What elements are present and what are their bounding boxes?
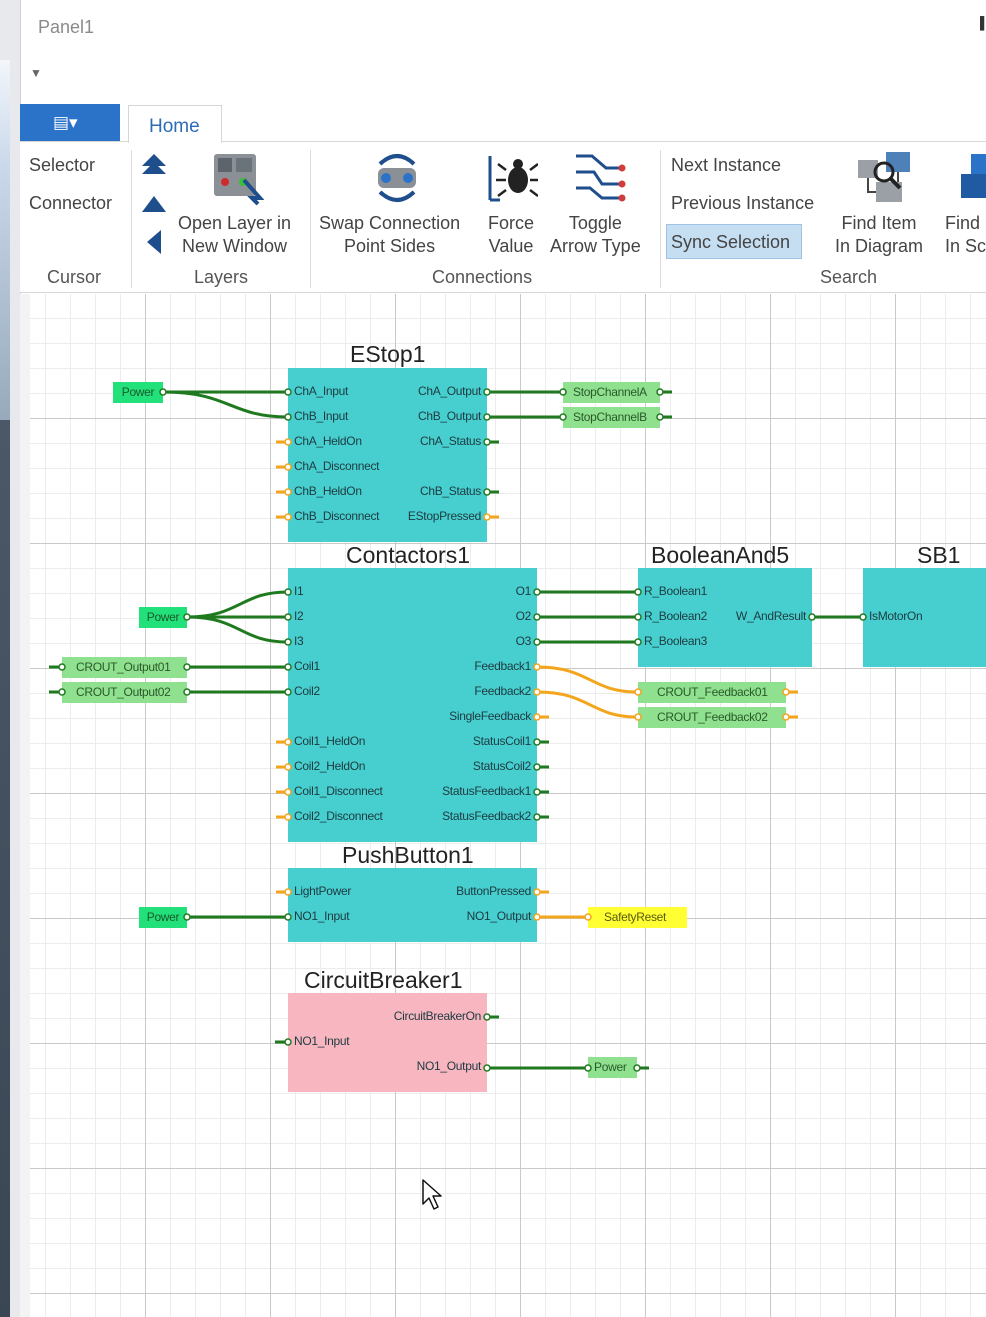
wire-power-i3 <box>186 615 289 644</box>
contactors-input-port[interactable]: Coil1_HeldOn <box>294 734 365 748</box>
booleanand-input-port[interactable]: R_Boolean3 <box>644 634 707 648</box>
tag-power-contactors[interactable]: Power <box>139 607 187 628</box>
tag-power-estop[interactable]: Power <box>113 382 163 403</box>
contactors-output-port[interactable]: O3 <box>516 634 532 648</box>
circuitbreaker-block[interactable]: NO1_Input CircuitBreakerOn NO1_Output <box>288 993 487 1092</box>
contactors-output-port[interactable]: StatusFeedback2 <box>442 809 531 823</box>
pushbutton-block[interactable]: LightPower NO1_Input ButtonPressed NO1_O… <box>288 868 537 942</box>
booleanand-block[interactable]: R_Boolean1 R_Boolean2 R_Boolean3 W_AndRe… <box>638 568 812 667</box>
contactors-output-port[interactable]: Feedback2 <box>474 684 531 698</box>
contactors-output-port[interactable]: O2 <box>516 609 532 623</box>
tab-home[interactable]: Home <box>128 105 222 143</box>
tag-stop-channel-b[interactable]: StopChannelB <box>563 407 660 428</box>
booleanand-block-title: BooleanAnd5 <box>651 542 790 568</box>
circuitbreaker-output-port[interactable]: CircuitBreakerOn <box>394 1009 482 1023</box>
contactors-input-port[interactable]: Coil1 <box>294 659 320 673</box>
contactors-block[interactable]: I1 I2 I3 Coil1 Coil2 Coil1_HeldOn Coil2_… <box>288 568 537 842</box>
circuitbreaker-output-port[interactable]: NO1_Output <box>417 1059 482 1073</box>
wire-power-i1 <box>186 590 289 619</box>
contactors-input-port[interactable]: I1 <box>294 584 304 598</box>
tag-safety-reset[interactable]: SafetyReset <box>588 907 687 928</box>
estop-output-port[interactable]: EStopPressed <box>408 509 481 523</box>
estop-input-port[interactable]: ChA_HeldOn <box>294 434 362 448</box>
contactors-input-port[interactable]: Coil1_Disconnect <box>294 784 383 798</box>
estop-input-port[interactable]: ChA_Input <box>294 384 348 398</box>
mouse-pointer-icon <box>422 1179 442 1210</box>
estop-input-port[interactable]: ChA_Disconnect <box>294 459 379 473</box>
contactors-output-port[interactable]: StatusFeedback1 <box>442 784 531 798</box>
sb-input-port[interactable]: IsMotorOn <box>869 609 923 623</box>
estop-input-port[interactable]: ChB_Disconnect <box>294 509 379 523</box>
wire-power-chb <box>162 390 289 419</box>
tag-crout-feedback01[interactable]: CROUT_Feedback01 <box>638 682 786 703</box>
contactors-output-port[interactable]: StatusCoil1 <box>473 734 531 748</box>
pushbutton-block-title: PushButton1 <box>342 842 474 868</box>
estop-input-port[interactable]: ChB_HeldOn <box>294 484 362 498</box>
contactors-input-port[interactable]: Coil2 <box>294 684 320 698</box>
tag-crout-output02[interactable]: CROUT_Output02 <box>62 682 187 703</box>
circuitbreaker-input-port[interactable]: NO1_Input <box>294 1034 350 1048</box>
contactors-output-port[interactable]: StatusCoil2 <box>473 759 531 773</box>
sb-block-title: SB1 <box>917 542 961 568</box>
estop-output-port[interactable]: ChB_Status <box>420 484 481 498</box>
contactors-block-title: Contactors1 <box>346 542 471 568</box>
booleanand-input-port[interactable]: R_Boolean2 <box>644 609 707 623</box>
contactors-input-port[interactable]: I3 <box>294 634 304 648</box>
estop-input-port[interactable]: ChB_Input <box>294 409 348 423</box>
sb-block[interactable]: IsMotorOn <box>863 568 986 667</box>
booleanand-output-port[interactable]: W_AndResult <box>736 609 806 623</box>
estop-block-title: EStop1 <box>350 341 426 367</box>
contactors-input-port[interactable]: Coil2_Disconnect <box>294 809 383 823</box>
contactors-output-port[interactable]: O1 <box>516 584 532 598</box>
tag-power-pushbutton[interactable]: Power <box>139 907 187 928</box>
contactors-output-port[interactable]: Feedback1 <box>474 659 531 673</box>
pushbutton-input-port[interactable]: NO1_Input <box>294 909 350 923</box>
contactors-input-port[interactable]: I2 <box>294 609 304 623</box>
tag-crout-output01[interactable]: CROUT_Output01 <box>62 657 187 678</box>
tab-home-label: Home <box>149 116 200 137</box>
pushbutton-output-port[interactable]: NO1_Output <box>467 909 532 923</box>
tag-power-circuitbreaker[interactable]: Power <box>588 1057 637 1078</box>
estop-output-port[interactable]: ChA_Output <box>418 384 481 398</box>
booleanand-input-port[interactable]: R_Boolean1 <box>644 584 707 598</box>
tag-stop-channel-a[interactable]: StopChannelA <box>563 382 660 403</box>
contactors-input-port[interactable]: Coil2_HeldOn <box>294 759 365 773</box>
estop-output-port[interactable]: ChB_Output <box>418 409 481 423</box>
estop-block[interactable]: ChA_Input ChB_Input ChA_HeldOn ChA_Disco… <box>288 368 487 542</box>
circuitbreaker-block-title: CircuitBreaker1 <box>304 967 463 993</box>
tag-crout-feedback02[interactable]: CROUT_Feedback02 <box>638 707 786 728</box>
wire-feedback1 <box>536 665 639 694</box>
pushbutton-input-port[interactable]: LightPower <box>294 884 351 898</box>
pushbutton-output-port[interactable]: ButtonPressed <box>456 884 531 898</box>
contactors-output-port[interactable]: SingleFeedback <box>449 709 531 723</box>
estop-output-port[interactable]: ChA_Status <box>420 434 481 448</box>
wire-feedback2 <box>536 690 639 719</box>
